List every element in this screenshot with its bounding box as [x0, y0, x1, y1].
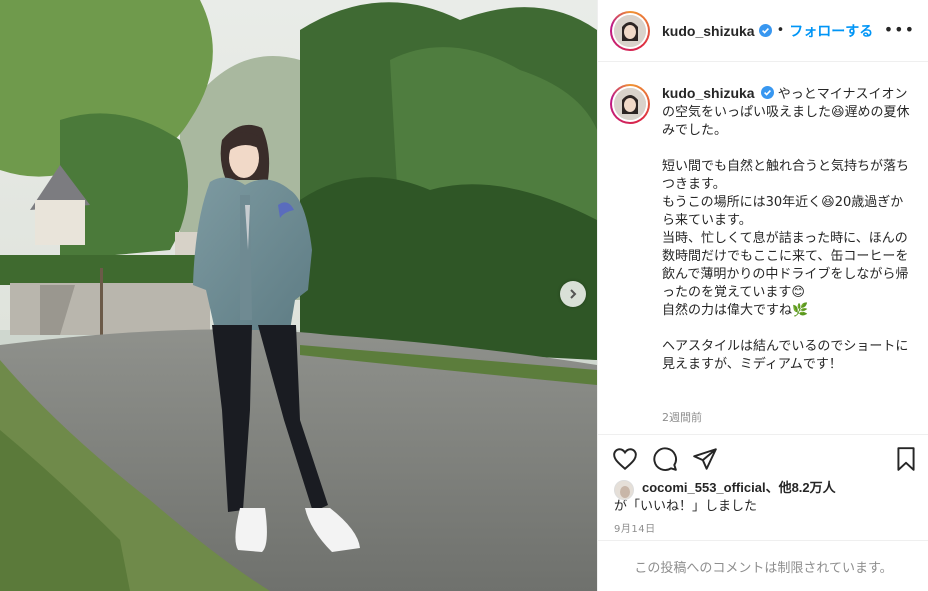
likes-summary: cocomi_553_official、他8.2万人 が「いいね！」しました — [614, 479, 914, 516]
caption-username[interactable]: kudo_shizuka — [662, 85, 755, 101]
liker-username[interactable]: cocomi_553_official — [642, 480, 766, 495]
caption-avatar[interactable] — [610, 84, 650, 124]
time-ago[interactable]: 2週間前 — [662, 411, 702, 424]
separator-dot: • — [776, 23, 785, 38]
paper-plane-icon[interactable] — [692, 446, 718, 472]
comments-restricted-notice: この投稿へのコメントは制限されています。 — [598, 540, 928, 591]
action-bar — [598, 434, 928, 482]
verified-badge-icon — [758, 24, 772, 37]
photo-image — [0, 0, 597, 591]
chevron-right-icon — [570, 289, 577, 299]
bookmark-icon[interactable] — [893, 446, 919, 472]
likes-suffix: が「いいね！」しました — [614, 499, 758, 514]
caption-text: kudo_shizuka やっとマイナスイオンの空気をいっぱい吸えました😆遅めの… — [662, 84, 915, 374]
caption-area: kudo_shizuka やっとマイナスイオンの空気をいっぱい吸えました😆遅めの… — [598, 62, 928, 434]
header-username[interactable]: kudo_shizuka — [662, 23, 755, 39]
post-photo[interactable] — [0, 0, 597, 591]
post-header: kudo_shizuka • フォローする ••• — [598, 0, 928, 62]
comment-icon[interactable] — [652, 446, 678, 472]
likes-count[interactable]: 、他8.2万人 — [766, 480, 836, 495]
liker-avatar[interactable] — [614, 480, 634, 500]
caption-body: やっとマイナスイオンの空気をいっぱい吸えました😆遅めの夏休みでした。 短い間でも… — [662, 87, 910, 372]
post-date: 9月14日 — [614, 524, 656, 535]
follow-button[interactable]: フォローする — [789, 21, 873, 41]
post-side-panel: kudo_shizuka • フォローする ••• kudo_shizuka や… — [597, 0, 928, 591]
avatar[interactable] — [610, 10, 650, 51]
more-options-button[interactable]: ••• — [884, 20, 915, 39]
verified-badge-icon — [760, 86, 774, 99]
heart-icon[interactable] — [612, 446, 638, 472]
next-photo-button[interactable] — [560, 281, 586, 307]
